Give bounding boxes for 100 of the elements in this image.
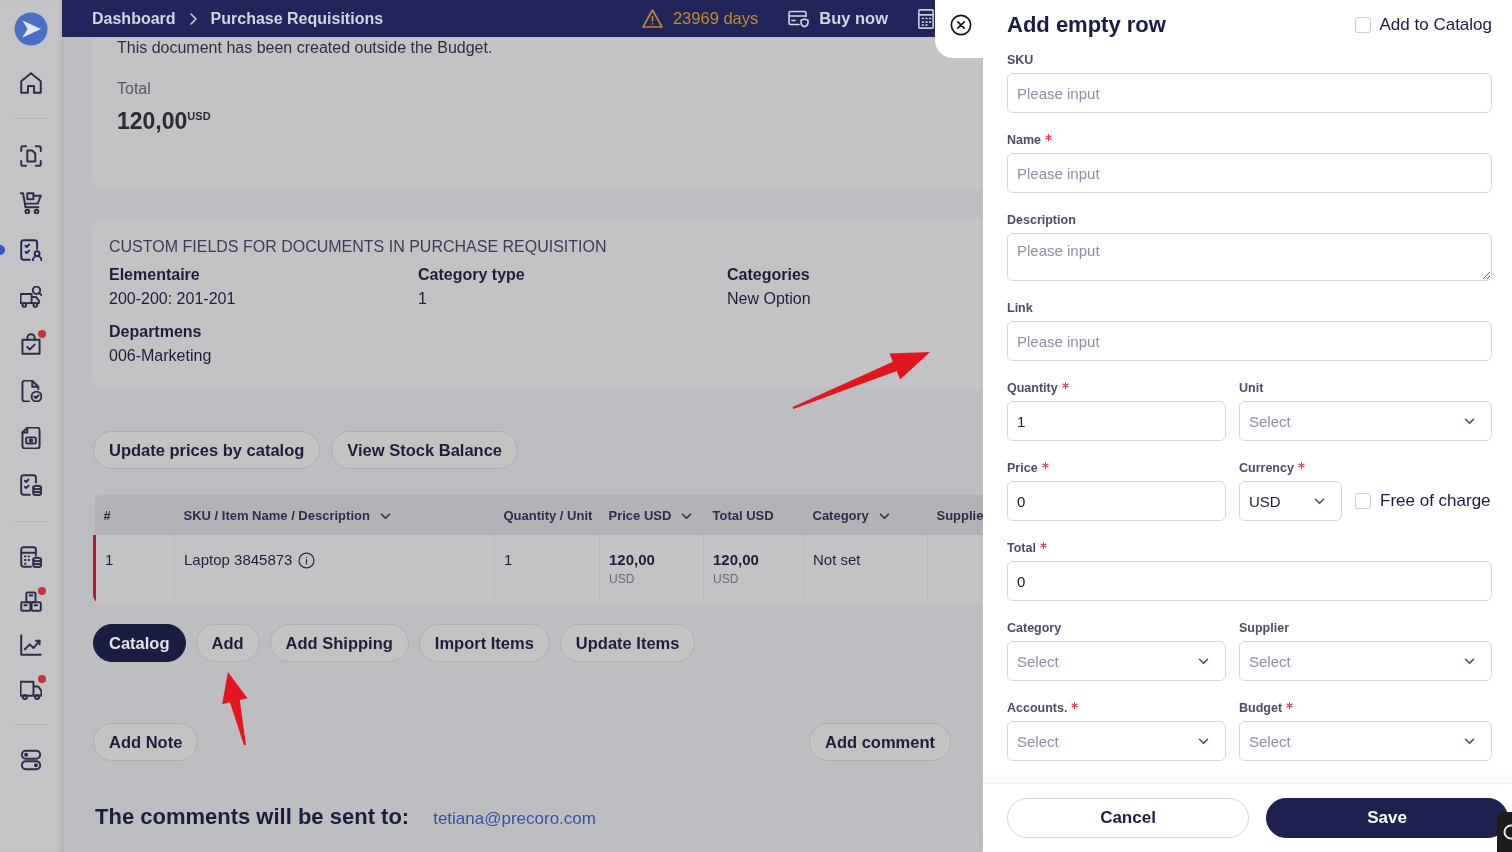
card-shield-icon [788,9,810,28]
toggle-icon[interactable] [20,749,42,771]
field-label: SKU [1007,53,1034,67]
input-field[interactable]: Please input [1007,153,1492,193]
action-button[interactable]: Add comment [809,723,951,761]
field-label: Description [1007,213,1076,227]
document-check-icon[interactable] [20,379,42,402]
column-header: Supplie [927,495,983,535]
warning-icon [641,9,663,28]
action-button[interactable]: View Stock Balance [331,431,518,469]
field-label: Total [1007,541,1036,555]
input-field[interactable]: 0 [1007,481,1226,521]
field-value: 006-Marketing [109,346,212,366]
amount-text: 120,00 [713,551,759,569]
action-button[interactable]: Import Items [418,624,550,662]
input-field[interactable]: 1 [1007,401,1226,441]
field-label: Category [1007,621,1062,635]
item-name: Laptop 3845873 [184,551,293,569]
checkbox[interactable] [1355,493,1371,509]
currency-text: USD [609,571,635,587]
checkbox-label[interactable]: Free of charge [1380,491,1491,511]
logo-icon[interactable] [14,12,48,46]
action-button[interactable]: Add Note [93,723,199,761]
table-cell: Not set [803,535,928,603]
primary-button[interactable]: Catalog [93,624,186,662]
column-header[interactable]: Category [803,495,928,535]
chevron-down-icon [1464,737,1475,745]
select-field[interactable]: USD [1239,481,1342,521]
chevron-right-icon [189,12,197,25]
recipients-label: The comments will be sent to: [95,803,410,831]
calculator-database-icon[interactable] [20,546,42,568]
field-value: New Option [727,289,811,309]
table-cell: 1 [494,535,600,603]
amount-text: 120,00 [609,551,655,569]
field-label: Link [1007,301,1033,315]
column-header: # [94,495,175,535]
breadcrumb-current: Purchase Requisitions [210,9,384,28]
column-header: Quantity / Unit [494,495,600,535]
field-label: Quantity [1007,381,1058,395]
chart-line-icon[interactable] [20,634,42,656]
field-label: Departmens [109,322,202,342]
field-label: Supplier [1239,621,1289,635]
field-label: Elementaire [109,265,200,285]
field-label: Accounts. [1007,701,1068,715]
floating-widget-icon[interactable] [1497,812,1512,852]
chevron-down-icon[interactable] [681,512,693,520]
table-cell: 1 [94,535,175,603]
chevron-down-icon [1198,657,1209,665]
close-button[interactable] [935,0,983,58]
field-label: Unit [1239,381,1264,395]
checkbox-label[interactable]: Add to Catalog [1379,15,1492,35]
column-header[interactable]: Price USD [599,495,704,535]
close-icon [950,14,972,36]
input-field[interactable]: Please input [1007,73,1492,113]
bag-check-icon[interactable] [20,332,42,355]
calculator-icon[interactable] [918,8,934,29]
chevron-down-icon [1198,737,1209,745]
field-label: Price [1007,461,1038,475]
truck-icon[interactable] [20,678,42,700]
checklist-database-icon[interactable] [20,473,42,496]
boxes-icon[interactable] [20,590,42,612]
total-amount: 120,00$^{USD}$ [117,107,211,136]
action-button[interactable]: Update Items [559,624,696,662]
breadcrumb-link[interactable]: Dashboard [92,9,176,28]
field-label: Categories [727,265,810,285]
cancel-button[interactable]: Cancel [1007,798,1249,838]
field-label: Budget [1239,701,1283,715]
document-cash-icon[interactable] [20,426,42,449]
action-button[interactable]: Update prices by catalog [93,431,321,469]
currency-text: USD [713,571,739,587]
drawer-title: Add empty row [1007,11,1167,39]
chevron-down-icon[interactable] [878,512,890,520]
input-field[interactable]: Please input [1007,321,1492,361]
table-row[interactable]: 1 Laptop 3845873 1 120,00 USD 120,00 USD Not set [94,535,983,603]
chevron-down-icon [1464,417,1475,425]
info-icon[interactable] [298,551,316,569]
document-scan-icon[interactable] [20,144,42,167]
column-header[interactable]: SKU / Item Name / Description [174,495,495,535]
home-icon[interactable] [20,72,42,94]
save-button[interactable]: Save [1266,798,1508,838]
action-button[interactable]: Add [195,624,260,662]
column-header: Total USD [703,495,804,535]
section-title: CUSTOM FIELDS FOR DOCUMENTS IN PURCHASE REQUISITION [109,237,607,257]
truck-search-icon[interactable] [20,285,42,308]
chevron-down-icon[interactable] [379,512,391,520]
cart-icon[interactable] [20,191,42,214]
checkbox[interactable] [1354,17,1371,33]
chevron-down-icon [1464,657,1475,665]
buy-now-button[interactable]: Buy now [788,9,888,28]
email-link[interactable]: tetiana@precoro.com [433,809,596,829]
trial-days-text: 23969 days [672,9,759,28]
action-button[interactable]: Add Shipping [269,624,409,662]
textarea-field[interactable]: Please input [1007,233,1492,281]
total-label: Total [117,80,151,98]
field-value: 200-200: 201-201 [109,289,236,309]
field-label: Currency [1239,461,1294,475]
chevron-down-icon [1314,497,1325,505]
field-label: Name [1007,133,1042,147]
input-field[interactable]: 0 [1007,561,1492,601]
checklist-person-icon[interactable] [20,238,42,261]
